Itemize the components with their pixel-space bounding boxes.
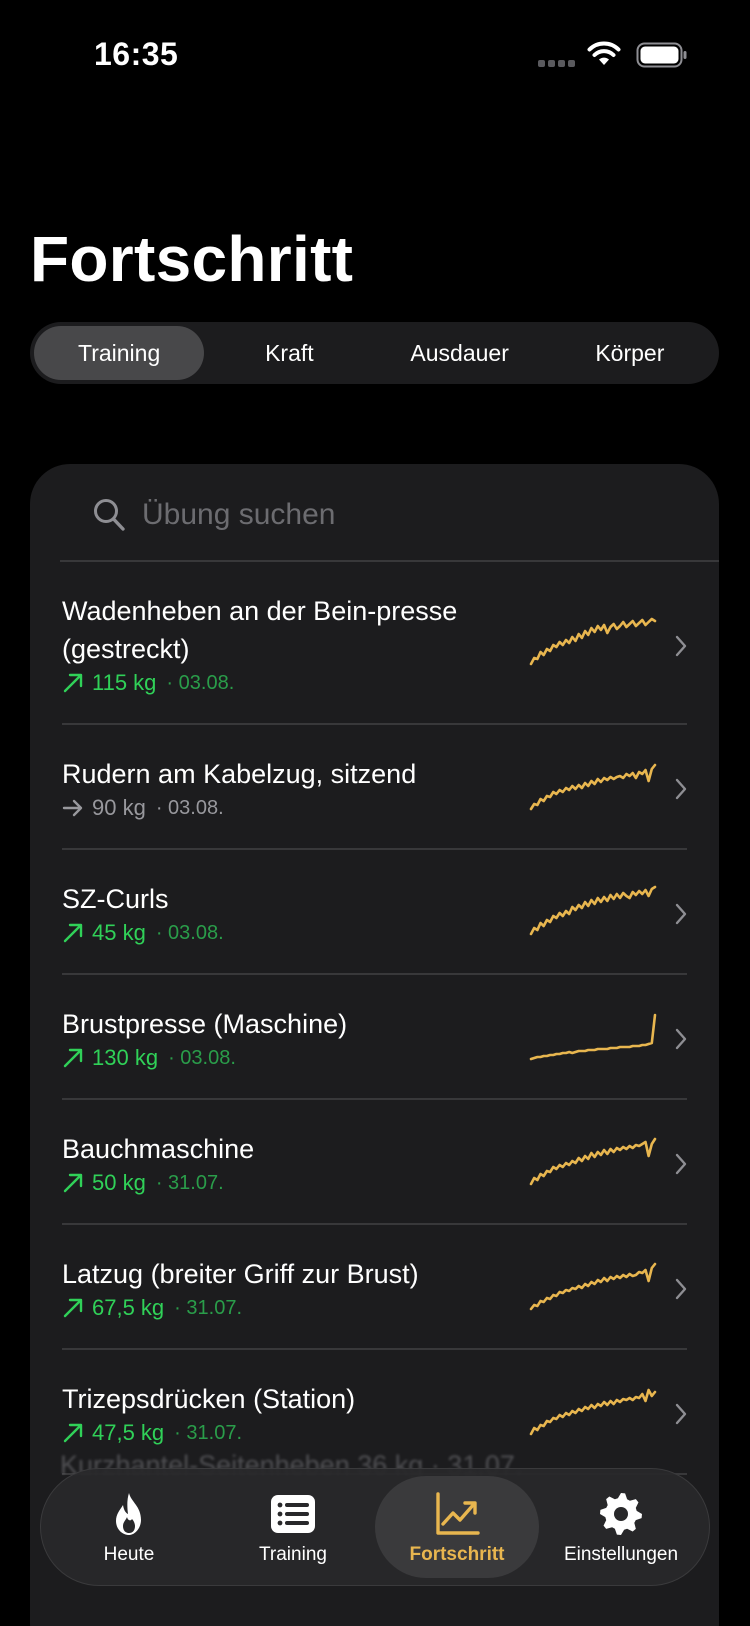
segment-koerper[interactable]: Körper: [545, 326, 715, 380]
tab-bar: Heute Training Fortschritt Einstellungen: [40, 1468, 710, 1586]
status-time: 16:35: [94, 36, 179, 72]
exercise-value: 130 kg: [92, 1045, 159, 1070]
battery-icon: [636, 42, 687, 68]
exercise-row[interactable]: Latzug (breiter Griff zur Brust) 67,5 kg…: [30, 1225, 719, 1350]
sparkline: [529, 1262, 657, 1311]
sparkline: [529, 617, 657, 666]
exercise-list: Wadenheben an der Bein-presse (gestreckt…: [30, 562, 719, 1475]
trend-flat-icon: [62, 799, 83, 817]
sparkline-path: [529, 763, 657, 811]
sparkline-path: [529, 617, 657, 666]
chevron-right-icon: [675, 1028, 687, 1050]
sparkline-path: [529, 1262, 657, 1311]
trend-up-icon: [63, 923, 83, 943]
exercise-value: 90 kg: [92, 795, 146, 820]
sparkline: [529, 885, 657, 936]
tab-fortschritt[interactable]: Fortschritt: [375, 1476, 539, 1578]
search-input[interactable]: [142, 494, 682, 536]
exercise-date: · 03.08.: [166, 671, 235, 694]
tab-label: Training: [259, 1544, 327, 1565]
exercise-date: · 31.07.: [174, 1421, 242, 1444]
exercise-date: · 31.07.: [174, 1296, 242, 1319]
exercise-stat: 45 kg · 03.08.: [62, 920, 224, 946]
exercise-name: SZ-Curls: [62, 884, 169, 914]
search-icon: [94, 499, 125, 531]
exercise-row[interactable]: Wadenheben an der Bein-presse (gestreckt…: [30, 562, 719, 725]
flame-icon: [116, 1493, 141, 1535]
exercise-stat: 50 kg · 31.07.: [62, 1170, 224, 1196]
chevron-right-icon: [675, 1403, 687, 1425]
exercise-name: Brustpresse (Maschine): [62, 1009, 348, 1039]
exercise-row[interactable]: Brustpresse (Maschine) 130 kg · 03.08.: [30, 975, 719, 1100]
exercise-value: 50 kg: [92, 1170, 146, 1195]
exercise-row[interactable]: Bauchmaschine 50 kg · 31.07.: [30, 1100, 719, 1225]
exercise-row[interactable]: Rudern am Kabelzug, sitzend 90 kg · 03.0…: [30, 725, 719, 850]
gear-icon: [600, 1493, 642, 1535]
segment-ausdauer[interactable]: Ausdauer: [375, 326, 545, 380]
signal-icon: [538, 60, 576, 68]
sparkline: [529, 1137, 657, 1186]
exercise-stat: 115 kg · 03.08.: [62, 670, 234, 696]
sparkline: [529, 1013, 657, 1061]
segment-training[interactable]: Training: [34, 326, 205, 380]
status-bar: 16:35: [0, 0, 750, 110]
tab-training[interactable]: Training: [211, 1476, 375, 1578]
wifi-icon: [587, 41, 621, 65]
tab-heute[interactable]: Heute: [47, 1476, 211, 1578]
chevron-right-icon: [675, 635, 687, 657]
tab-einstellungen[interactable]: Einstellungen: [539, 1476, 703, 1578]
segment-kraft[interactable]: Kraft: [204, 326, 374, 380]
trend-up-icon: [63, 673, 83, 693]
tab-label: Einstellungen: [563, 1544, 679, 1565]
trend-up-icon: [63, 1423, 83, 1443]
exercise-value: 115 kg: [92, 670, 157, 695]
trend-up-icon: [63, 1048, 83, 1068]
segmented-control: Training Kraft Ausdauer Körper: [30, 322, 719, 384]
sparkline: [529, 763, 657, 811]
sparkline-path: [529, 885, 657, 936]
chevron-right-icon: [675, 1278, 687, 1300]
exercise-row[interactable]: SZ-Curls 45 kg · 03.08.: [30, 850, 719, 975]
sparkline-path: [529, 1137, 657, 1186]
exercise-value: 47,5 kg: [92, 1420, 165, 1445]
chevron-right-icon: [675, 1153, 687, 1175]
page-title: Fortschritt: [30, 223, 354, 295]
exercise-name: Bauchmaschine: [62, 1134, 255, 1164]
chevron-right-icon: [675, 903, 687, 925]
exercise-date: · 31.07.: [155, 1171, 224, 1194]
chevron-right-icon: [675, 778, 687, 800]
exercise-date: · 03.08.: [155, 796, 224, 819]
exercise-name: Latzug (breiter Griff zur Brust): [62, 1259, 419, 1289]
exercise-date: · 03.08.: [155, 921, 224, 944]
exercise-date: · 03.08.: [168, 1046, 236, 1069]
exercise-name: Wadenheben an der Bein-presse (gestreckt…: [62, 596, 458, 664]
search-bar: [60, 464, 719, 562]
sparkline-path: [529, 1013, 657, 1061]
tab-label: Heute: [103, 1544, 155, 1565]
trend-up-icon: [63, 1298, 83, 1318]
exercise-stat: 47,5 kg · 31.07.: [62, 1420, 242, 1446]
tab-label: Fortschritt: [409, 1544, 505, 1565]
trend-up-icon: [63, 1173, 83, 1193]
exercise-stat: 90 kg · 03.08.: [62, 795, 224, 821]
exercise-value: 67,5 kg: [92, 1295, 165, 1320]
list-icon: [271, 1495, 315, 1533]
sparkline: [529, 1388, 657, 1436]
exercise-stat: 130 kg · 03.08.: [62, 1045, 236, 1071]
exercise-name: Trizepsdrücken (Station): [62, 1384, 356, 1414]
sparkline-path: [529, 1388, 657, 1436]
exercise-stat: 67,5 kg · 31.07.: [62, 1295, 242, 1321]
exercise-value: 45 kg: [92, 920, 146, 945]
exercise-name: Rudern am Kabelzug, sitzend: [62, 759, 417, 789]
chart-icon: [436, 1492, 480, 1535]
